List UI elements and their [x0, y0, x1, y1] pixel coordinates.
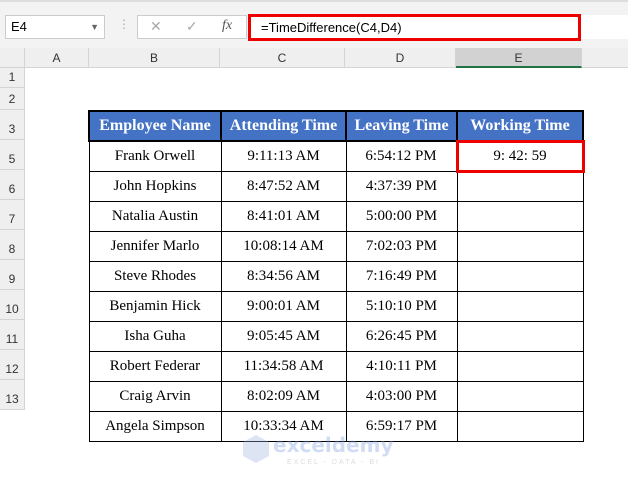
cell-leaving-time[interactable]: 5:10:10 PM	[345, 290, 458, 322]
row-header-1[interactable]: 1	[0, 68, 25, 88]
cell-attending-time[interactable]: 8:02:09 AM	[220, 380, 347, 412]
cell-employee-name[interactable]: Natalia Austin	[88, 200, 222, 232]
cancel-icon[interactable]: ✕	[150, 18, 162, 35]
cell-leaving-time[interactable]: 4:03:00 PM	[345, 380, 458, 412]
cell-employee-name[interactable]: Robert Federar	[88, 350, 222, 382]
cell-employee-name[interactable]: Frank Orwell	[88, 140, 222, 172]
row-header-12[interactable]: 12	[0, 350, 25, 380]
cell-attending-time[interactable]: 9:05:45 AM	[220, 320, 347, 352]
select-all-corner[interactable]	[0, 48, 25, 68]
name-box-value: E4	[11, 19, 27, 34]
cell-working-time[interactable]	[456, 200, 584, 232]
cell-leaving-time[interactable]: 7:02:03 PM	[345, 230, 458, 262]
table-row: Natalia Austin 8:41:01 AM 5:00:00 PM	[88, 200, 584, 232]
formula-buttons: ✕ ✓ fx	[137, 15, 247, 39]
header-attending-time[interactable]: Attending Time	[220, 110, 347, 142]
function-icon[interactable]: fx	[222, 18, 232, 34]
row-header-10[interactable]: 10	[0, 290, 25, 320]
table-row: Steve Rhodes 8:34:56 AM 7:16:49 PM	[88, 260, 584, 292]
enter-icon[interactable]: ✓	[186, 18, 198, 35]
row-header-6[interactable]: 6	[0, 170, 25, 200]
column-header-c[interactable]: C	[220, 48, 345, 68]
column-header-d[interactable]: D	[345, 48, 456, 68]
cell-working-time[interactable]	[456, 380, 584, 412]
cell-leaving-time[interactable]: 6:26:45 PM	[345, 320, 458, 352]
cell-leaving-time[interactable]: 6:54:12 PM	[345, 140, 458, 172]
cell-employee-name[interactable]: Steve Rhodes	[88, 260, 222, 292]
cell-attending-time[interactable]: 8:47:52 AM	[220, 170, 347, 202]
header-employee-name[interactable]: Employee Name	[88, 110, 222, 142]
cell-working-time[interactable]	[456, 320, 584, 352]
cell-leaving-time[interactable]: 5:00:00 PM	[345, 200, 458, 232]
row-header-8[interactable]: 8	[0, 230, 25, 260]
cell-working-time[interactable]: 9: 42: 59	[455, 139, 585, 173]
column-header-f[interactable]	[582, 48, 628, 68]
cell-working-time[interactable]	[456, 350, 584, 382]
cell-working-time[interactable]	[456, 230, 584, 262]
cell-attending-time[interactable]: 9:00:01 AM	[220, 290, 347, 322]
cell-employee-name[interactable]: Isha Guha	[88, 320, 222, 352]
exceldemy-watermark: exceldemy EXCEL - DATA - BI	[243, 433, 394, 468]
cell-attending-time[interactable]: 8:34:56 AM	[220, 260, 347, 292]
cell-attending-time[interactable]: 11:34:58 AM	[220, 350, 347, 382]
cell-employee-name[interactable]: Angela Simpson	[88, 410, 222, 442]
table-row: John Hopkins 8:47:52 AM 4:37:39 PM	[88, 170, 584, 202]
cell-leaving-time[interactable]: 4:10:11 PM	[345, 350, 458, 382]
formula-bar-area: E4 ▼ ⋮ ✕ ✓ fx =TimeDifference(C4,D4)	[0, 0, 628, 48]
name-box[interactable]: E4 ▼	[5, 15, 105, 39]
cell-attending-time[interactable]: 10:08:14 AM	[220, 230, 347, 262]
formula-text[interactable]: =TimeDifference(C4,D4)	[248, 14, 581, 41]
table-row: Isha Guha 9:05:45 AM 6:26:45 PM	[88, 320, 584, 352]
chevron-down-icon[interactable]: ▼	[90, 16, 99, 38]
cell-attending-time[interactable]: 9:11:13 AM	[220, 140, 347, 172]
row-header-7[interactable]: 7	[0, 200, 25, 230]
table-row: Frank Orwell 9:11:13 AM 6:54:12 PM 9: 42: 5…	[88, 139, 585, 173]
cell-working-time[interactable]	[456, 260, 584, 292]
cell-attending-time[interactable]: 8:41:01 AM	[220, 200, 347, 232]
formula-input[interactable]: =TimeDifference(C4,D4)	[248, 14, 628, 41]
employee-time-table: Employee Name Attending Time Leaving Tim…	[88, 110, 585, 442]
drag-handle-icon[interactable]: ⋮	[118, 17, 130, 31]
table-row: Jennifer Marlo 10:08:14 AM 7:02:03 PM	[88, 230, 584, 262]
cell-working-time[interactable]	[456, 410, 584, 442]
cell-employee-name[interactable]: John Hopkins	[88, 170, 222, 202]
column-header-b[interactable]: B	[89, 48, 220, 68]
table-row: Craig Arvin 8:02:09 AM 4:03:00 PM	[88, 380, 584, 412]
row-header-9[interactable]: 9	[0, 260, 25, 290]
row-header-3[interactable]: 3	[0, 110, 25, 140]
row-header-5[interactable]: 5	[0, 140, 25, 170]
cell-employee-name[interactable]: Craig Arvin	[88, 380, 222, 412]
cell-leaving-time[interactable]: 4:37:39 PM	[345, 170, 458, 202]
cell-working-time[interactable]	[456, 170, 584, 202]
row-header-2[interactable]: 2	[0, 88, 25, 110]
cell-leaving-time[interactable]: 7:16:49 PM	[345, 260, 458, 292]
table-row: Benjamin Hick 9:00:01 AM 5:10:10 PM	[88, 290, 584, 322]
column-header-e[interactable]: E	[456, 48, 582, 68]
watermark-name: exceldemy	[273, 433, 394, 457]
watermark-tagline: EXCEL - DATA - BI	[287, 459, 380, 466]
table-row: Robert Federar 11:34:58 AM 4:10:11 PM	[88, 350, 584, 382]
exceldemy-logo-icon	[243, 435, 269, 463]
header-working-time[interactable]: Working Time	[456, 110, 584, 142]
row-header-11[interactable]: 11	[0, 320, 25, 350]
cell-employee-name[interactable]: Benjamin Hick	[88, 290, 222, 322]
cell-employee-name[interactable]: Jennifer Marlo	[88, 230, 222, 262]
column-header-a[interactable]: A	[25, 48, 89, 68]
row-header-13[interactable]: 13	[0, 380, 25, 410]
header-leaving-time[interactable]: Leaving Time	[345, 110, 458, 142]
cell-working-time[interactable]	[456, 290, 584, 322]
